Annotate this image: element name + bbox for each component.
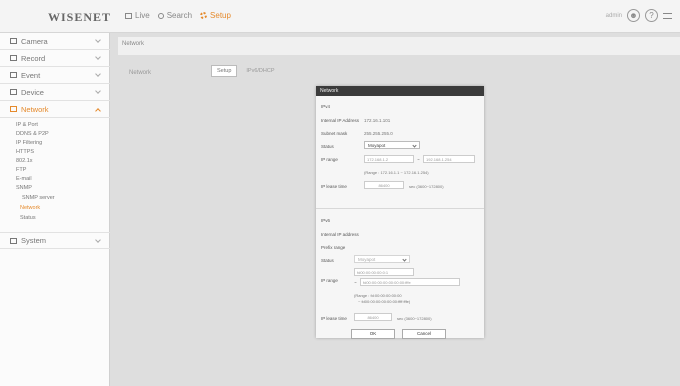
breadcrumb: Network xyxy=(118,37,680,55)
sidebar-item-label: Camera xyxy=(21,36,48,46)
ipv4-range-note: (Range : 172.16.1.1 ~ 172.16.1.254) xyxy=(364,170,429,175)
tab-ipv6-dhcp[interactable]: IPv6/DHCP xyxy=(241,66,279,76)
menu-icon[interactable] xyxy=(663,12,672,19)
sidebar-sub-ftp[interactable]: FTP xyxy=(16,167,26,173)
monitor-icon xyxy=(125,12,132,19)
ipv6-lease-unit: sec (3600~172800) xyxy=(397,316,432,321)
ok-button[interactable]: OK xyxy=(351,329,395,339)
range-separator: ~ xyxy=(354,280,357,285)
ipv6-internal-ip-label: Internal IP address xyxy=(321,232,359,237)
network-icon xyxy=(10,106,17,112)
sidebar-item-event[interactable]: Event xyxy=(0,67,110,84)
ipv4-lease-label: IP lease time xyxy=(321,184,347,189)
sidebar-item-system[interactable]: System xyxy=(0,232,110,249)
ipv6-status-value: Moyapot xyxy=(358,257,376,262)
ipv4-lease-field[interactable]: 86400 xyxy=(364,181,404,189)
ipv6-range-note-2: ~ fd00:00:00:00:00:00:ffff:fffe) xyxy=(358,299,411,304)
sidebar-sub-email[interactable]: E-mail xyxy=(16,176,32,182)
ipv4-internal-ip-label: Internal IP Address xyxy=(321,118,359,123)
nav-search-button[interactable]: Search xyxy=(157,11,193,20)
wisenet-logo: WISENET xyxy=(48,10,112,24)
sidebar-item-network[interactable]: Network xyxy=(0,101,110,118)
nav-setup-button[interactable]: Setup xyxy=(200,11,231,20)
user-icon[interactable]: ☻ xyxy=(627,9,640,22)
chevron-down-icon xyxy=(95,237,101,243)
ipv4-status-select[interactable]: Moyapot xyxy=(364,141,420,149)
nav-setup-label: Setup xyxy=(210,11,231,20)
record-icon xyxy=(10,55,17,61)
ipv4-status-value: Moyapot xyxy=(368,143,386,148)
nav-live-button[interactable]: Live xyxy=(125,11,150,20)
ipv4-subnet-label: Subnet mask xyxy=(321,131,348,136)
sidebar-sub-network[interactable]: Network xyxy=(20,205,40,211)
sidebar-item-label: Device xyxy=(21,87,44,97)
event-icon xyxy=(10,72,17,78)
sidebar-sub-ddns-p2p[interactable]: DDNS & P2P xyxy=(16,131,49,137)
section-divider xyxy=(316,208,484,209)
header-tools: admin ☻ ? xyxy=(606,9,672,22)
chevron-up-icon xyxy=(95,108,101,114)
sidebar-sub-https[interactable]: HTTPS xyxy=(16,149,34,155)
search-icon xyxy=(157,12,164,19)
help-icon[interactable]: ? xyxy=(645,9,658,22)
network-dialog: Network IPv4 Internal IP Address 172.16.… xyxy=(316,86,484,339)
page-section-label: Network xyxy=(129,70,152,76)
ipv6-range-start-field[interactable]: fd00:00:00:00:0:1 xyxy=(354,268,414,276)
top-header: WISENET Live Search Setup admin ☻ ? xyxy=(0,0,680,33)
cancel-button[interactable]: Cancel xyxy=(402,329,446,339)
range-separator: ~ xyxy=(417,157,420,162)
sidebar-sub-8021x[interactable]: 802.1x xyxy=(16,158,33,164)
sidebar-item-label: System xyxy=(21,236,47,245)
sidebar-item-camera[interactable]: Camera xyxy=(0,33,110,50)
ipv6-status-label: Status xyxy=(321,258,334,263)
sidebar: Camera Record Event Device Network IP & … xyxy=(0,33,110,386)
user-name: admin xyxy=(605,12,622,19)
ipv6-section-title: IPv6 xyxy=(321,218,331,223)
system-icon xyxy=(10,237,17,244)
chevron-down-icon xyxy=(412,143,417,148)
ipv4-section-title: IPv4 xyxy=(321,104,331,109)
ipv4-subnet-value: 255.255.255.0 xyxy=(364,131,393,136)
ipv4-ip-range-label: IP range xyxy=(321,157,338,162)
ipv4-status-label: Status xyxy=(321,144,334,149)
chevron-down-icon xyxy=(95,88,101,94)
ipv6-range-end-field[interactable]: fd00:00:00:00:00:00:00:fffe xyxy=(360,278,460,286)
sidebar-sub-snmp-server[interactable]: SNMP server xyxy=(22,195,55,201)
ipv6-lease-label: IP lease time xyxy=(321,316,347,321)
chevron-down-icon xyxy=(95,54,101,60)
sidebar-item-label: Event xyxy=(21,70,41,80)
chevron-down-icon xyxy=(402,257,407,262)
nav-search-label: Search xyxy=(166,11,193,20)
gear-icon xyxy=(200,12,208,19)
nav-live-label: Live xyxy=(135,11,150,20)
tab-setup[interactable]: Setup xyxy=(211,65,238,77)
device-icon xyxy=(10,89,17,95)
sidebar-sub-ip-port[interactable]: IP & Port xyxy=(16,122,38,128)
ipv6-lease-field[interactable]: 86400 xyxy=(354,313,392,321)
sidebar-item-record[interactable]: Record xyxy=(0,50,110,67)
dialog-body: IPv4 Internal IP Address 172.16.1.101 Su… xyxy=(316,96,484,339)
main-tabs: Setup IPv6/DHCP xyxy=(211,65,280,77)
chevron-down-icon xyxy=(95,37,101,43)
sidebar-sub-snmp[interactable]: SNMP xyxy=(16,185,32,191)
sidebar-item-device[interactable]: Device xyxy=(0,84,110,101)
top-navigation: Live Search Setup xyxy=(125,11,231,20)
ipv4-lease-unit: sec (3600~172800) xyxy=(409,184,444,189)
ipv4-range-end-field[interactable]: 192.168.1.254 xyxy=(423,155,475,163)
sidebar-sub-ip-filtering[interactable]: IP Filtering xyxy=(16,140,42,146)
chevron-down-icon xyxy=(95,71,101,77)
dialog-title: Network xyxy=(316,86,484,96)
ipv6-ip-range-label: IP range xyxy=(321,278,338,283)
ipv6-prefix-label: Prefix range xyxy=(321,245,346,250)
sidebar-item-label: Record xyxy=(21,53,46,63)
ipv6-range-note: (Range : fd:00:00:00:00:00 xyxy=(354,293,402,298)
ipv4-internal-ip-value: 172.16.1.101 xyxy=(364,118,391,123)
sidebar-item-label: Network xyxy=(21,104,49,114)
camera-icon xyxy=(10,38,17,44)
ipv4-range-start-field[interactable]: 172.168.1.2 xyxy=(364,155,414,163)
ipv6-status-select[interactable]: Moyapot xyxy=(354,255,410,263)
sidebar-sub-status[interactable]: Status xyxy=(20,215,36,221)
